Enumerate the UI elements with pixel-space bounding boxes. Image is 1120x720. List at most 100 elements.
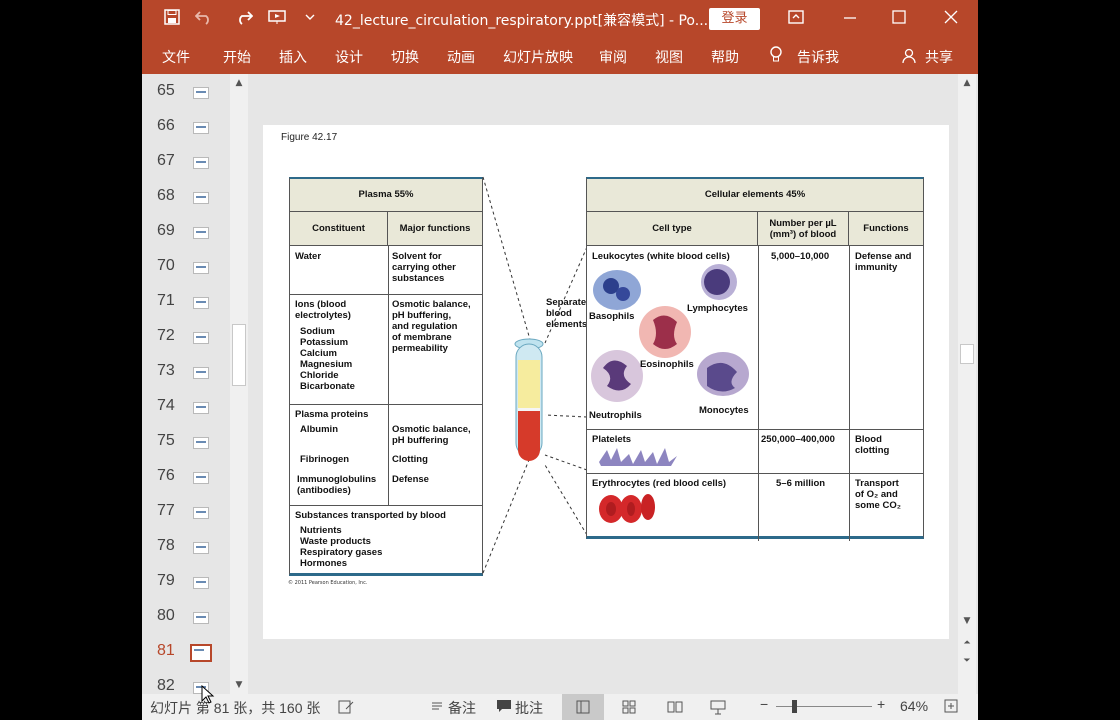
- slide-preview: [193, 262, 209, 274]
- leukocytes-function: Defense and immunity: [855, 251, 912, 273]
- column-divider: [758, 246, 759, 541]
- tab-transitions[interactable]: 切换: [391, 47, 419, 67]
- slide-preview: [193, 542, 209, 554]
- slide-number: 73: [157, 362, 175, 379]
- next-slide-icon[interactable]: ⏷: [958, 652, 976, 670]
- zoom-slider-thumb[interactable]: [792, 700, 797, 713]
- tab-help[interactable]: 帮助: [711, 47, 739, 67]
- powerpoint-window: 42_lecture_circulation_respiratory.ppt[兼…: [142, 0, 978, 720]
- tab-animations[interactable]: 动画: [447, 47, 475, 67]
- scroll-down-icon[interactable]: ▼: [230, 676, 248, 694]
- login-button[interactable]: 登录: [709, 8, 760, 30]
- slide-preview: [193, 577, 209, 589]
- ions-function-cell: Osmotic balance, pH buffering, and regul…: [392, 299, 471, 354]
- notes-button[interactable]: 备注: [448, 698, 476, 718]
- erythrocytes-function: Transport of O₂ and some CO₂: [855, 478, 901, 511]
- row-divider: [587, 473, 923, 474]
- slide-preview: [193, 227, 209, 239]
- tab-insert[interactable]: 插入: [279, 47, 307, 67]
- slide-number: 74: [157, 397, 175, 414]
- slide-number: 81: [157, 642, 175, 659]
- minimize-icon[interactable]: [843, 9, 857, 30]
- tab-review[interactable]: 审阅: [599, 47, 627, 67]
- status-bar: 幻灯片 第 81 张，共 160 张 备注 批注 − + 64%: [142, 694, 978, 720]
- row-divider: [290, 404, 482, 405]
- slide-number: 80: [157, 607, 175, 624]
- erythrocytes-cell: Erythrocytes (red blood cells): [592, 478, 727, 489]
- slide[interactable]: Figure 42.17 Plasma 55% Constituent Majo…: [263, 125, 949, 639]
- zoom-out-button[interactable]: −: [760, 696, 768, 712]
- copyright-notice: © 2011 Pearson Education, Inc.: [288, 580, 368, 586]
- plasma-title: Plasma 55%: [290, 179, 482, 212]
- comments-icon[interactable]: [496, 699, 512, 716]
- dropdown-icon[interactable]: [304, 9, 316, 30]
- present-icon[interactable]: [268, 9, 286, 30]
- comments-button[interactable]: 批注: [515, 698, 543, 718]
- basophils-label: Basophils: [589, 311, 635, 322]
- undo-icon[interactable]: [194, 9, 213, 30]
- water-function-cell: Solvent for carrying other substances: [392, 251, 456, 284]
- immunoglobulins-cell: Immunoglobulins (antibodies): [297, 474, 377, 496]
- maximize-icon[interactable]: [892, 9, 906, 30]
- previous-slide-icon[interactable]: ⏶: [958, 634, 976, 652]
- slide-number: 76: [157, 467, 175, 484]
- fit-to-window-icon[interactable]: [944, 699, 958, 716]
- platelets-count: 250,000–400,000: [761, 434, 835, 445]
- platelets-image: [599, 448, 677, 466]
- thumbnail-scrollbar[interactable]: ▲ ▼: [230, 74, 248, 694]
- lightbulb-icon[interactable]: [769, 46, 783, 68]
- count-header: Number per µL (mm³) of blood: [758, 212, 849, 246]
- monocytes-label: Monocytes: [699, 405, 749, 416]
- scroll-up-icon[interactable]: ▲: [230, 74, 248, 92]
- share-user-icon[interactable]: [902, 48, 918, 68]
- slide-preview: [193, 437, 209, 449]
- tell-me-search[interactable]: 告诉我: [797, 47, 839, 67]
- zoom-in-button[interactable]: +: [877, 696, 885, 712]
- slide-scrollbar[interactable]: ▲ ▼ ⏶ ⏷: [958, 74, 976, 694]
- erythrocytes-image: [599, 494, 655, 523]
- redo-icon[interactable]: [235, 9, 254, 30]
- leukocyte-cells-image: [591, 264, 749, 402]
- functions-header: Functions: [849, 212, 923, 246]
- normal-view-button[interactable]: [562, 694, 604, 720]
- scroll-up-icon[interactable]: ▲: [958, 74, 976, 92]
- lymphocytes-label: Lymphocytes: [687, 303, 748, 314]
- reading-view-icon[interactable]: [667, 700, 683, 717]
- close-icon[interactable]: [944, 9, 958, 30]
- accessibility-icon[interactable]: [338, 700, 354, 717]
- zoom-level[interactable]: 64%: [900, 698, 928, 714]
- save-icon[interactable]: [164, 9, 180, 30]
- scroll-down-icon[interactable]: ▼: [958, 612, 976, 630]
- notes-icon[interactable]: [430, 699, 444, 716]
- leukocytes-cell: Leukocytes (white blood cells): [592, 251, 730, 262]
- slide-preview: [193, 192, 209, 204]
- mouse-cursor-icon: [201, 685, 215, 704]
- slide-sorter-icon[interactable]: [622, 700, 636, 717]
- water-cell: Water: [295, 251, 322, 262]
- zoom-slider-track[interactable]: [776, 706, 872, 707]
- slideshow-icon[interactable]: [710, 699, 726, 718]
- slide-number: 78: [157, 537, 175, 554]
- row-divider: [290, 294, 482, 295]
- erythrocytes-count: 5–6 million: [776, 478, 826, 489]
- share-button[interactable]: 共享: [925, 47, 953, 67]
- tab-home[interactable]: 开始: [223, 47, 251, 67]
- immunoglobulins-function-cell: Defense: [392, 474, 429, 485]
- neutrophils-label: Neutrophils: [589, 410, 642, 421]
- row-divider: [290, 505, 482, 506]
- scrollbar-thumb[interactable]: [960, 344, 974, 364]
- scrollbar-thumb[interactable]: [232, 324, 246, 386]
- tab-view[interactable]: 视图: [655, 47, 683, 67]
- slide-preview: [193, 612, 209, 624]
- tab-file[interactable]: 文件: [162, 47, 190, 67]
- slide-number: 68: [157, 187, 175, 204]
- slide-number: 69: [157, 222, 175, 239]
- tab-slideshow[interactable]: 幻灯片放映: [503, 47, 573, 67]
- tab-design[interactable]: 设计: [335, 47, 363, 67]
- slide-number: 71: [157, 292, 175, 309]
- restore-ribbon-icon[interactable]: [788, 9, 804, 30]
- plasma-proteins-cell: Plasma proteins: [295, 409, 369, 420]
- leukocytes-count: 5,000–10,000: [771, 251, 830, 262]
- eosinophils-label: Eosinophils: [640, 359, 694, 370]
- cellular-title: Cellular elements 45%: [587, 179, 923, 212]
